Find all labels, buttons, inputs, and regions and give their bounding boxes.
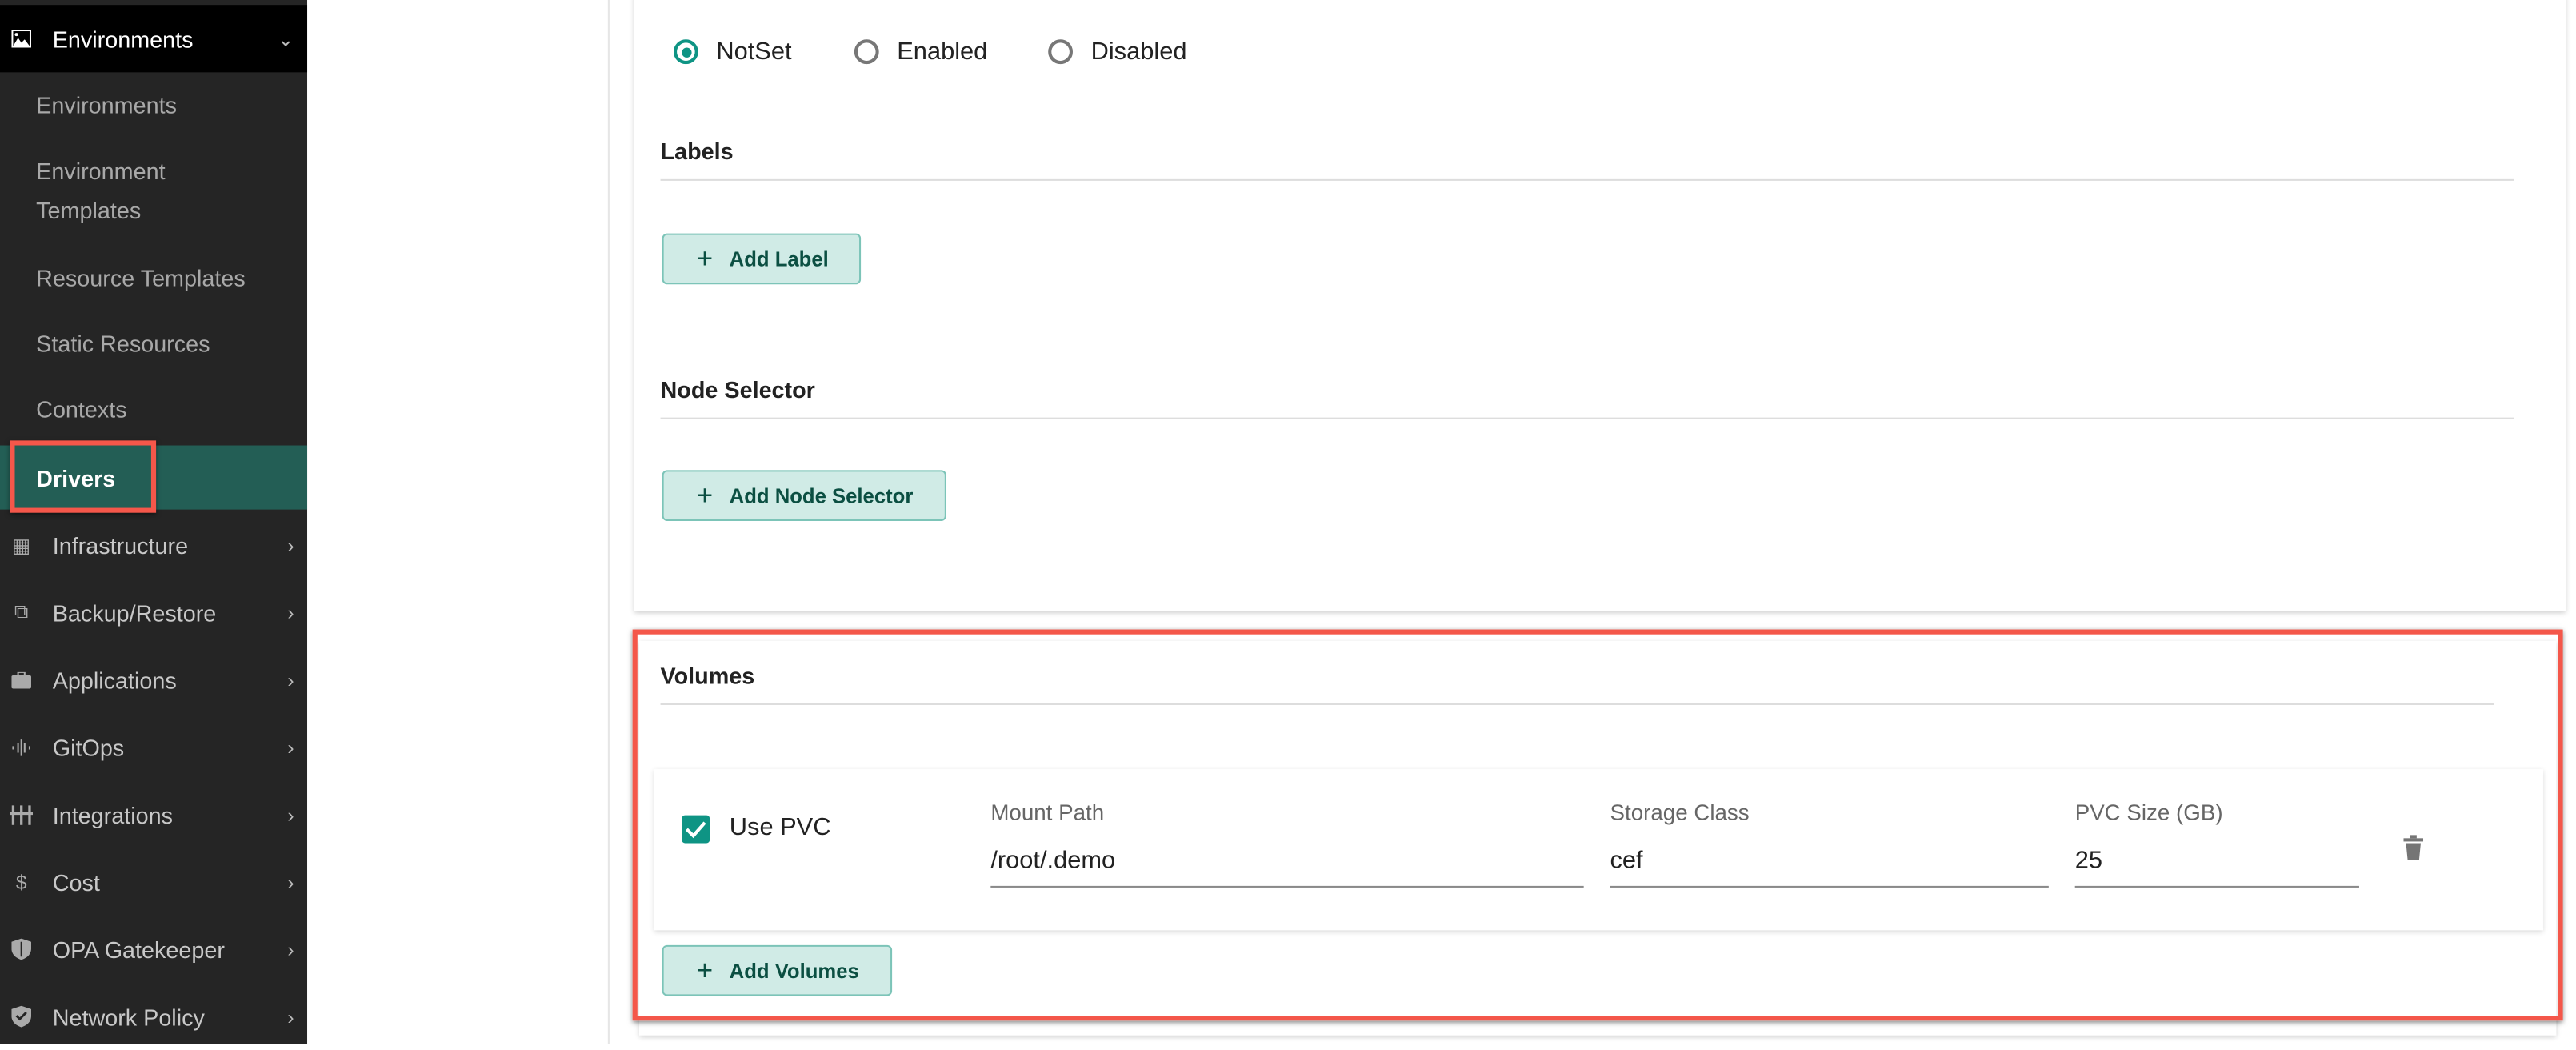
button-label: Add Node Selector [729, 483, 914, 507]
sidebar-item-integrations[interactable]: Integrations › [0, 780, 307, 848]
storage-class-label: Storage Class [1610, 800, 1750, 825]
volumes-heading: Volumes [660, 662, 755, 689]
sidebar-item-label: OPA Gatekeeper [52, 936, 225, 963]
sidebar-item-opa-gatekeeper[interactable]: OPA Gatekeeper › [0, 916, 307, 983]
plus-icon: + [696, 242, 714, 275]
sidebar-item-gitops[interactable]: GitOps › [0, 713, 307, 780]
shield-half-icon [10, 938, 33, 960]
radio-selected-icon [673, 39, 698, 65]
use-pvc-label: Use PVC [729, 813, 831, 842]
button-label: Add Volumes [729, 959, 859, 983]
input-underline [2074, 885, 2359, 888]
sidebar-subitem-resource-templates[interactable]: Resource Templates [0, 258, 307, 297]
plus-icon: + [696, 955, 714, 987]
layers-icon: ⧉ [14, 599, 29, 623]
divider [660, 417, 2514, 419]
node-selector-heading: Node Selector [660, 376, 815, 403]
divider [660, 178, 2514, 181]
sidebar-item-label: Backup/Restore [52, 599, 217, 626]
waveform-icon [10, 737, 33, 757]
input-underline [990, 885, 1584, 888]
sidebar-item-infrastructure[interactable]: ▦ Infrastructure › [0, 511, 307, 579]
sidebar-item-label: Network Policy [52, 1003, 205, 1030]
pvc-size-input[interactable]: 25 [2075, 847, 2102, 875]
sidebar-subitem-drivers[interactable]: Drivers [0, 445, 308, 510]
sidebar-item-backup-restore[interactable]: ⧉ Backup/Restore › [0, 579, 307, 646]
chevron-right-icon: › [287, 533, 294, 557]
volume-row [654, 769, 2543, 931]
chevron-right-icon: › [287, 735, 294, 759]
building-icon: ▦ [12, 533, 31, 557]
briefcase-icon [10, 671, 33, 688]
sidebar-item-label: Cost [52, 868, 100, 896]
sidebar-subitem-environment-templates[interactable]: Environment Templates [0, 151, 214, 230]
sidebar-subitem-contexts[interactable]: Contexts [0, 390, 307, 429]
storage-class-input[interactable]: cef [1610, 847, 1643, 875]
sidebar-item-label: Integrations [52, 801, 173, 828]
sidebar-item-label: Applications [52, 666, 177, 693]
chevron-right-icon: › [287, 667, 294, 691]
radio-label: Enabled [897, 38, 988, 66]
sidebar-item-cost[interactable]: $ Cost › [0, 848, 307, 916]
radio-unselected-icon [1048, 39, 1074, 65]
radio-label: Disabled [1090, 38, 1187, 66]
content-divider [607, 0, 610, 1044]
image-icon [10, 29, 33, 48]
mount-path-input[interactable]: /root/.demo [990, 847, 1115, 875]
sidebar-item-label: Infrastructure [52, 531, 189, 559]
dollar-icon: $ [15, 870, 27, 894]
sidebar-item-network-policy[interactable]: Network Policy › [0, 983, 307, 1050]
sidebar-subitem-static-resources[interactable]: Static Resources [0, 324, 307, 363]
chevron-right-icon: › [287, 803, 294, 826]
pvc-size-label: PVC Size (GB) [2074, 800, 2223, 825]
add-volumes-button[interactable]: + Add Volumes [662, 944, 892, 996]
check-icon [685, 821, 706, 839]
radio-unselected-icon [854, 39, 879, 65]
shield-check-icon [10, 1005, 33, 1028]
plus-icon: + [696, 479, 714, 511]
radio-disabled[interactable]: Disabled [1048, 38, 1186, 66]
add-node-selector-button[interactable]: + Add Node Selector [662, 470, 946, 521]
add-label-button[interactable]: + Add Label [662, 233, 862, 285]
sidebar-subitem-environments[interactable]: Environments [0, 86, 307, 125]
sidebar-item-applications[interactable]: Applications › [0, 646, 307, 713]
chevron-right-icon: › [287, 937, 294, 961]
chevron-right-icon: › [287, 600, 294, 624]
labels-heading: Labels [660, 138, 734, 165]
input-underline [1610, 885, 2049, 888]
sidebar-item-label: Environments [52, 25, 194, 52]
mount-path-label: Mount Path [990, 800, 1105, 825]
trash-icon [2403, 835, 2424, 860]
chevron-right-icon: › [287, 870, 294, 894]
radio-enabled[interactable]: Enabled [854, 38, 987, 66]
radio-notset[interactable]: NotSet [673, 38, 792, 66]
chevron-right-icon: › [287, 1004, 294, 1028]
divider [660, 703, 2494, 705]
sidebar-item-label: GitOps [52, 733, 125, 760]
sidebar: Environments ⌄ Environments Environment … [0, 0, 308, 1044]
button-label: Add Label [729, 247, 829, 271]
chevron-down-icon: ⌄ [277, 26, 294, 50]
plug-icon [10, 804, 34, 824]
radio-label: NotSet [716, 38, 792, 66]
delete-volume-button[interactable] [2403, 835, 2424, 868]
sidebar-item-environments[interactable]: Environments ⌄ [0, 5, 308, 73]
use-pvc-checkbox[interactable] [682, 815, 710, 844]
